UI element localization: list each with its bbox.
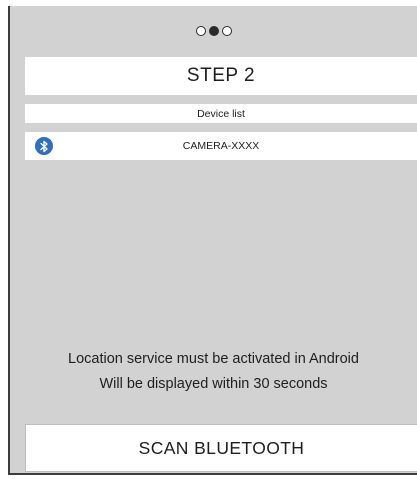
location-notice: Location service must be activated in An… bbox=[10, 347, 417, 397]
scan-bluetooth-label: SCAN BLUETOOTH bbox=[138, 437, 305, 458]
step-title-text: STEP 2 bbox=[186, 65, 256, 86]
notice-line-2: Will be displayed within 30 seconds bbox=[99, 376, 328, 392]
page-dot-1 bbox=[195, 26, 206, 36]
step-title: STEP 2 bbox=[25, 57, 417, 95]
screen: STEP 2 Device list CAMERA-XXXX Location … bbox=[8, 6, 417, 475]
scan-bluetooth-button[interactable]: SCAN BLUETOOTH bbox=[25, 424, 417, 472]
device-name: CAMERA-XXXX bbox=[182, 140, 260, 152]
page-dot-3 bbox=[221, 26, 232, 36]
page-dot-2-active bbox=[208, 26, 219, 36]
device-list-header-text: Device list bbox=[197, 107, 245, 120]
device-list-header: Device list bbox=[25, 104, 417, 123]
notice-line-1: Location service must be activated in An… bbox=[68, 351, 359, 367]
page-indicator bbox=[10, 26, 417, 40]
device-list-item[interactable]: CAMERA-XXXX bbox=[25, 132, 417, 160]
